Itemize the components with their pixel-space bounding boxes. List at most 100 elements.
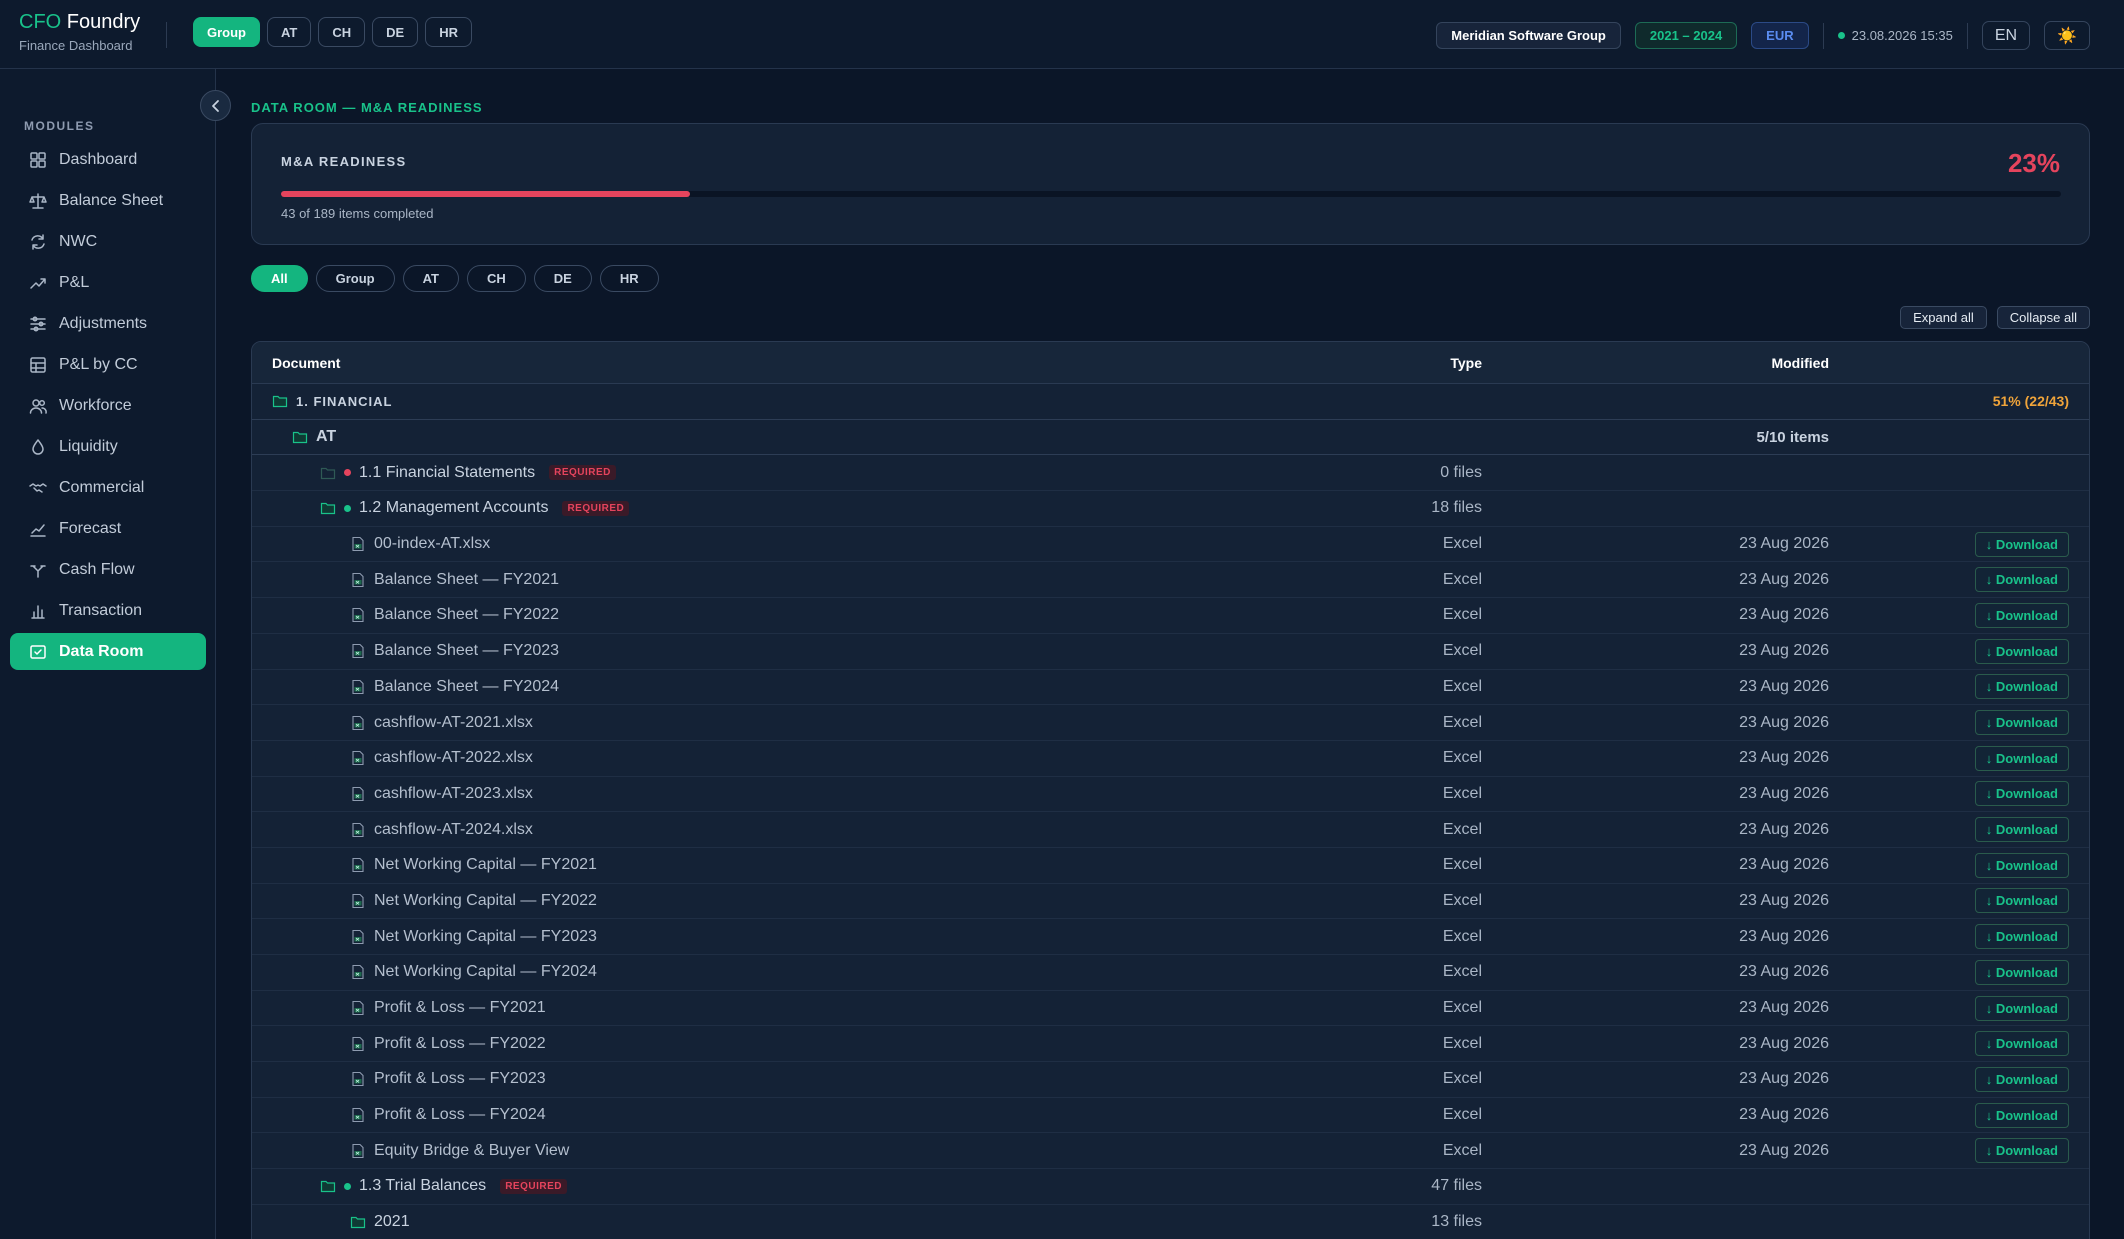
file-row[interactable]: Profit & Loss — FY2022 Excel 23 Aug 2026 ↓ … — [252, 1026, 2089, 1063]
file-row[interactable]: cashflow-AT-2022.xlsx Excel 23 Aug 2026 ↓ D… — [252, 741, 2089, 777]
sidebar-item-liquidity[interactable]: Liquidity — [10, 428, 206, 465]
download-button[interactable]: ↓ Download — [1974, 745, 2069, 771]
subfolder-row[interactable]: 2021 13 files — [252, 1205, 2089, 1239]
file-row[interactable]: cashflow-AT-2021.xlsx Excel 23 Aug 2026 ↓ D… — [252, 705, 2089, 741]
sidebar-item-adjustments[interactable]: Adjustments — [10, 305, 206, 342]
file-type: Excel — [1442, 820, 1482, 838]
column-modified[interactable]: Modified — [1771, 355, 1829, 371]
sidebar: MODULES Dashboard Balance Sheet NWC P&L Adju… — [0, 69, 216, 1239]
filter-group[interactable]: Group — [315, 265, 395, 292]
file-row[interactable]: cashflow-AT-2024.xlsx Excel 23 Aug 2026 ↓ D… — [252, 812, 2089, 848]
download-button[interactable]: ↓ Download — [1974, 1066, 2069, 1092]
brand[interactable]: CFO Foundry Finance Dashboard — [19, 11, 140, 53]
download-button[interactable]: ↓ Download — [1974, 1102, 2069, 1128]
file-name: cashflow-AT-2023.xlsx — [374, 784, 533, 802]
download-button[interactable]: ↓ Download — [1974, 710, 2069, 736]
filter-de[interactable]: DE — [533, 265, 592, 292]
download-button[interactable]: ↓ Download — [1974, 531, 2069, 557]
currency-chip[interactable]: EUR — [1751, 22, 1809, 49]
filter-all[interactable]: All — [251, 265, 308, 292]
theme-toggle-button[interactable]: ☀️ — [2044, 21, 2090, 50]
file-modified: 23 Aug 2026 — [1739, 999, 1829, 1017]
sidebar-item-workforce[interactable]: Workforce — [10, 387, 206, 424]
folder-row[interactable]: 1.1 Financial Statements REQUIRED 0 files — [252, 455, 2089, 492]
sidebar-item-label: Balance Sheet — [59, 191, 164, 209]
sidebar-item-commercial[interactable]: Commercial — [10, 469, 206, 506]
download-button[interactable]: ↓ Download — [1974, 959, 2069, 985]
file-row[interactable]: Profit & Loss — FY2021 Excel 23 Aug 2026 ↓ … — [252, 991, 2089, 1027]
download-button[interactable]: ↓ Download — [1974, 781, 2069, 807]
file-row[interactable]: Net Working Capital — FY2023 Excel 23 Aug … — [252, 919, 2089, 955]
file-row[interactable]: Profit & Loss — FY2023 Excel 23 Aug 2026 ↓ … — [252, 1062, 2089, 1098]
file-row[interactable]: cashflow-AT-2023.xlsx Excel 23 Aug 2026 ↓ D… — [252, 777, 2089, 813]
file-row[interactable]: Net Working Capital — FY2024 Excel 23 Aug … — [252, 955, 2089, 991]
download-button[interactable]: ↓ Download — [1974, 852, 2069, 878]
excel-file-icon — [352, 893, 364, 909]
file-name: Net Working Capital — FY2023 — [374, 927, 597, 945]
entity-tab-de[interactable]: DE — [372, 17, 419, 47]
filter-ch[interactable]: CH — [467, 265, 526, 292]
excel-file-icon — [352, 751, 364, 766]
sidebar-item-balance-sheet[interactable]: Balance Sheet — [10, 182, 206, 219]
brand-name: Foundry — [66, 11, 141, 33]
sidebar-item-transaction[interactable]: Transaction — [10, 592, 206, 629]
droplet-icon — [32, 438, 44, 455]
folder-row[interactable]: 1.2 Management Accounts REQUIRED 18 files — [252, 491, 2089, 527]
file-name: Net Working Capital — FY2021 — [374, 856, 597, 874]
filter-hr[interactable]: HR — [599, 265, 659, 292]
collapse-sidebar-button[interactable] — [200, 90, 231, 121]
download-button[interactable]: ↓ Download — [1974, 1031, 2069, 1057]
entity-tab-group[interactable]: Group — [193, 17, 260, 47]
file-name: 00-index-AT.xlsx — [374, 535, 491, 553]
sidebar-item-forecast[interactable]: Forecast — [10, 510, 206, 547]
file-count: 47 files — [1431, 1177, 1482, 1195]
language-button[interactable]: EN — [1981, 21, 2031, 50]
section-row-financial[interactable]: 1. FINANCIAL 51% (22/43) — [252, 384, 2089, 420]
file-row[interactable]: 00-index-AT.xlsx Excel 23 Aug 2026 ↓ Downlo… — [252, 527, 2089, 563]
expand-all-button[interactable]: Expand all — [1900, 306, 1987, 329]
file-count: 0 files — [1440, 463, 1482, 481]
sidebar-item-p-l[interactable]: P&L — [10, 264, 206, 301]
column-document[interactable]: Document — [272, 355, 340, 371]
company-chip[interactable]: Meridian Software Group — [1436, 22, 1621, 49]
file-row[interactable]: Balance Sheet — FY2022 Excel 23 Aug 2026 ↓ … — [252, 598, 2089, 634]
excel-file-icon — [352, 929, 364, 944]
file-row[interactable]: Profit & Loss — FY2024 Excel 23 Aug 2026 ↓ … — [252, 1098, 2089, 1134]
download-button[interactable]: ↓ Download — [1974, 1138, 2069, 1164]
file-row[interactable]: Balance Sheet — FY2023 Excel 23 Aug 2026 ↓ … — [252, 634, 2089, 670]
entity-row-at[interactable]: AT 5/10 items — [252, 420, 2089, 456]
folder-row[interactable]: 1.3 Trial Balances REQUIRED 47 files — [252, 1169, 2089, 1205]
file-row[interactable]: Balance Sheet — FY2021 Excel 23 Aug 2026 ↓ … — [252, 562, 2089, 599]
download-button[interactable]: ↓ Download — [1974, 817, 2069, 843]
sidebar-item-data-room[interactable]: Data Room — [10, 633, 206, 670]
column-type[interactable]: Type — [1450, 355, 1482, 371]
download-button[interactable]: ↓ Download — [1974, 638, 2069, 664]
years-chip[interactable]: 2021 – 2024 — [1634, 22, 1738, 49]
download-button[interactable]: ↓ Download — [1974, 602, 2069, 628]
download-button[interactable]: ↓ Download — [1974, 995, 2069, 1021]
excel-file-icon — [352, 1000, 364, 1016]
excel-file-icon — [352, 1108, 364, 1123]
download-button[interactable]: ↓ Download — [1974, 674, 2069, 700]
entity-tab-hr[interactable]: HR — [425, 17, 472, 47]
filter-at[interactable]: AT — [402, 265, 459, 292]
sidebar-item-cash-flow[interactable]: Cash Flow — [10, 551, 206, 588]
collapse-all-button[interactable]: Collapse all — [1996, 306, 2090, 329]
excel-file-icon — [352, 858, 364, 873]
file-row[interactable]: Equity Bridge & Buyer View Excel 23 Aug 20… — [252, 1133, 2089, 1170]
download-button[interactable]: ↓ Download — [1974, 567, 2069, 593]
file-row[interactable]: Net Working Capital — FY2021 Excel 23 Aug … — [252, 848, 2089, 884]
required-badge: REQUIRED — [562, 500, 630, 516]
file-name: cashflow-AT-2024.xlsx — [374, 820, 533, 838]
download-button[interactable]: ↓ Download — [1974, 924, 2069, 950]
download-button[interactable]: ↓ Download — [1974, 888, 2069, 914]
file-row[interactable]: Balance Sheet — FY2024 Excel 23 Aug 2026 ↓ … — [252, 670, 2089, 706]
entity-tab-at[interactable]: AT — [267, 17, 312, 47]
entity-tab-ch[interactable]: CH — [318, 17, 366, 47]
file-type: Excel — [1442, 1034, 1482, 1052]
file-row[interactable]: Net Working Capital — FY2022 Excel 23 Aug … — [252, 884, 2089, 920]
sidebar-item-p-l-by-cc[interactable]: P&L by CC — [10, 346, 206, 383]
sidebar-item-nwc[interactable]: NWC — [10, 223, 206, 260]
excel-file-icon — [352, 608, 364, 623]
sidebar-item-dashboard[interactable]: Dashboard — [10, 141, 206, 178]
